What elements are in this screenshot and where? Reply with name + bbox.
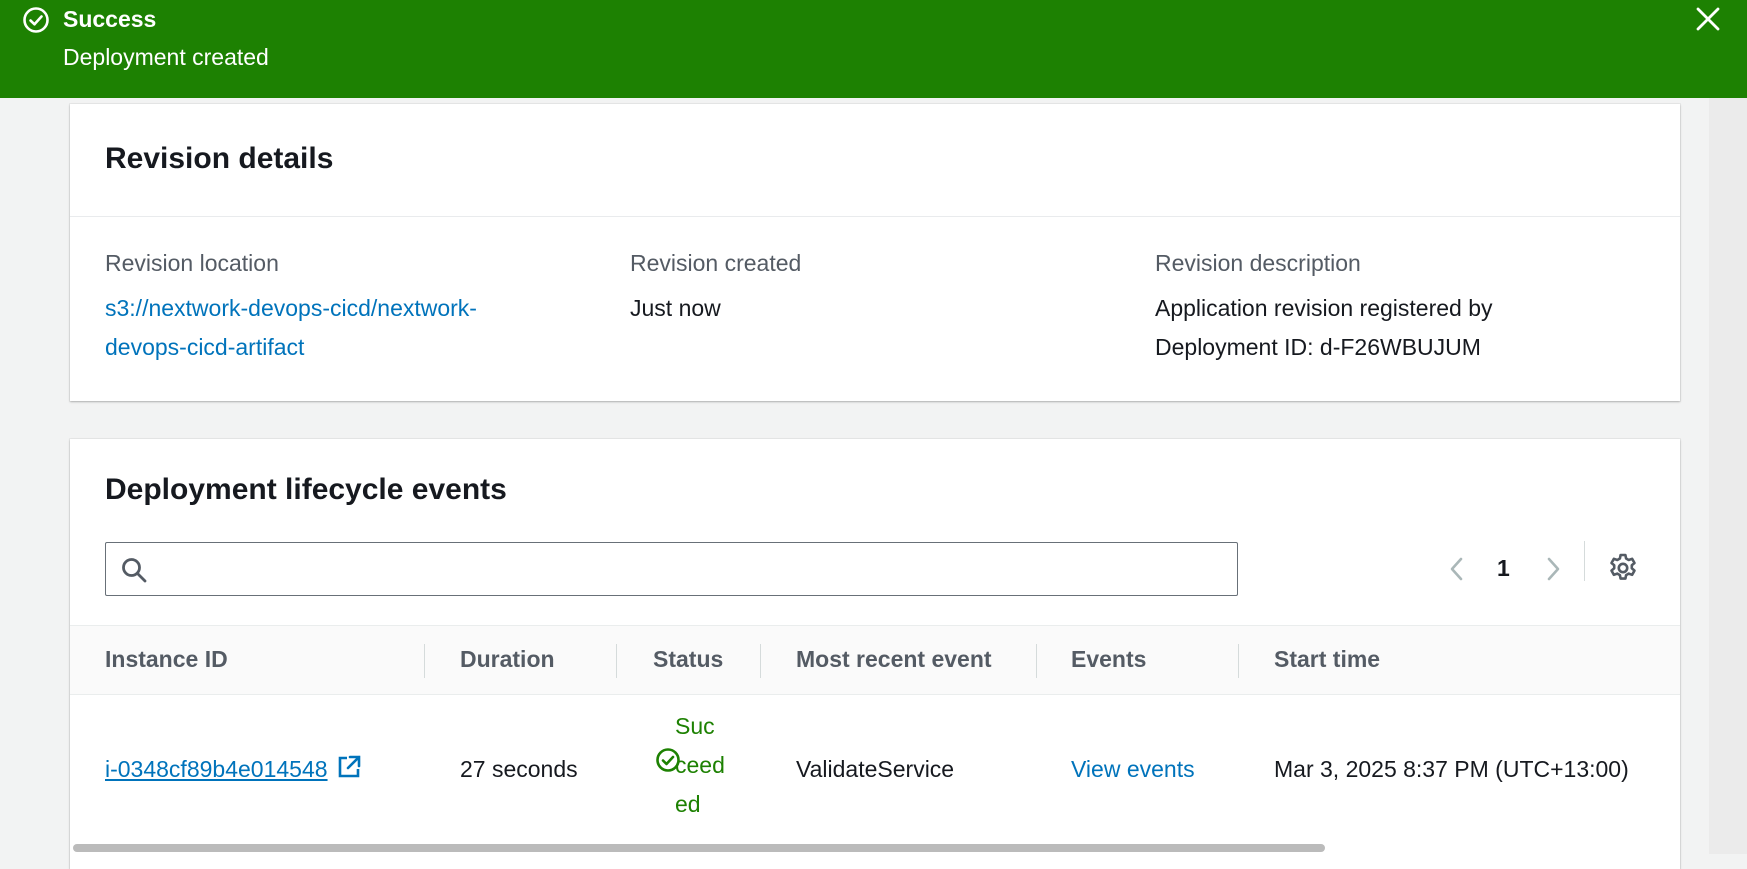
- view-events-link-text[interactable]: View events: [1071, 756, 1195, 782]
- search-icon: [122, 558, 147, 583]
- chevron-right-icon[interactable]: [1539, 554, 1567, 584]
- revision-location-link-line1[interactable]: s3://nextwork-devops-cicd/nextwork-: [105, 295, 477, 321]
- search-input[interactable]: [105, 542, 1238, 596]
- column-header-duration[interactable]: Duration: [460, 646, 555, 673]
- lifecycle-events-title: Deployment lifecycle events: [105, 473, 507, 506]
- status-text: Succeeded: [675, 713, 725, 817]
- revision-created-label: Revision created: [630, 250, 802, 276]
- most-recent-event-cell: ValidateService: [796, 756, 955, 782]
- column-header-start-time[interactable]: Start time: [1274, 646, 1380, 673]
- start-time-cell: Mar 3, 2025 8:37 PM (UTC+13:00): [1274, 756, 1629, 782]
- revision-description-value: Application revision registered by Deplo…: [1155, 289, 1493, 367]
- status-cell: Succeeded: [655, 707, 735, 817]
- revision-description-line1: Application revision registered by: [1155, 295, 1493, 321]
- instance-id-cell[interactable]: i-0348cf89b4e014548: [105, 754, 362, 783]
- revision-location-link[interactable]: s3://nextwork-devops-cicd/nextwork- devo…: [105, 289, 477, 367]
- revision-details-title: Revision details: [105, 142, 334, 175]
- success-flash-banner: Success Deployment created: [0, 0, 1747, 98]
- scrollbar-thumb[interactable]: [73, 844, 1325, 852]
- lifecycle-events-card: Deployment lifecycle events 1 Instance I…: [70, 439, 1680, 869]
- column-separator[interactable]: [424, 644, 425, 678]
- view-events-link[interactable]: View events: [1071, 756, 1195, 783]
- pagination-current-page[interactable]: 1: [1497, 555, 1510, 582]
- close-icon[interactable]: [1693, 4, 1723, 34]
- card-divider: [70, 216, 1680, 217]
- column-separator[interactable]: [760, 644, 761, 678]
- revision-description-label: Revision description: [1155, 250, 1361, 276]
- check-circle-icon: [23, 7, 49, 33]
- gear-icon[interactable]: [1607, 552, 1639, 584]
- duration-cell: 27 seconds: [460, 756, 578, 782]
- pagination-separator: [1584, 541, 1585, 581]
- revision-description-line2: Deployment ID: d-F26WBUJUM: [1155, 334, 1481, 360]
- column-header-instance-id[interactable]: Instance ID: [105, 646, 228, 673]
- column-header-events[interactable]: Events: [1071, 646, 1146, 673]
- column-header-most-recent-event[interactable]: Most recent event: [796, 646, 992, 673]
- instance-id-link[interactable]: i-0348cf89b4e014548: [105, 756, 328, 782]
- column-header-status[interactable]: Status: [653, 646, 723, 673]
- external-link-icon[interactable]: [336, 754, 362, 780]
- revision-location-link-line2[interactable]: devops-cicd-artifact: [105, 334, 304, 360]
- flash-title: Success: [63, 6, 157, 32]
- revision-created-value: Just now: [630, 295, 721, 321]
- page-scrollbar[interactable]: [1709, 98, 1747, 854]
- revision-details-card: Revision details Revision location s3://…: [70, 104, 1680, 401]
- flash-message: Deployment created: [63, 44, 269, 70]
- table-header: Instance ID Duration Status Most recent …: [70, 625, 1680, 695]
- chevron-left-icon[interactable]: [1443, 554, 1471, 584]
- table-horizontal-scrollbar[interactable]: [70, 843, 1680, 853]
- column-separator[interactable]: [1238, 644, 1239, 678]
- column-separator[interactable]: [616, 644, 617, 678]
- column-separator[interactable]: [1036, 644, 1037, 678]
- revision-location-label: Revision location: [105, 250, 279, 276]
